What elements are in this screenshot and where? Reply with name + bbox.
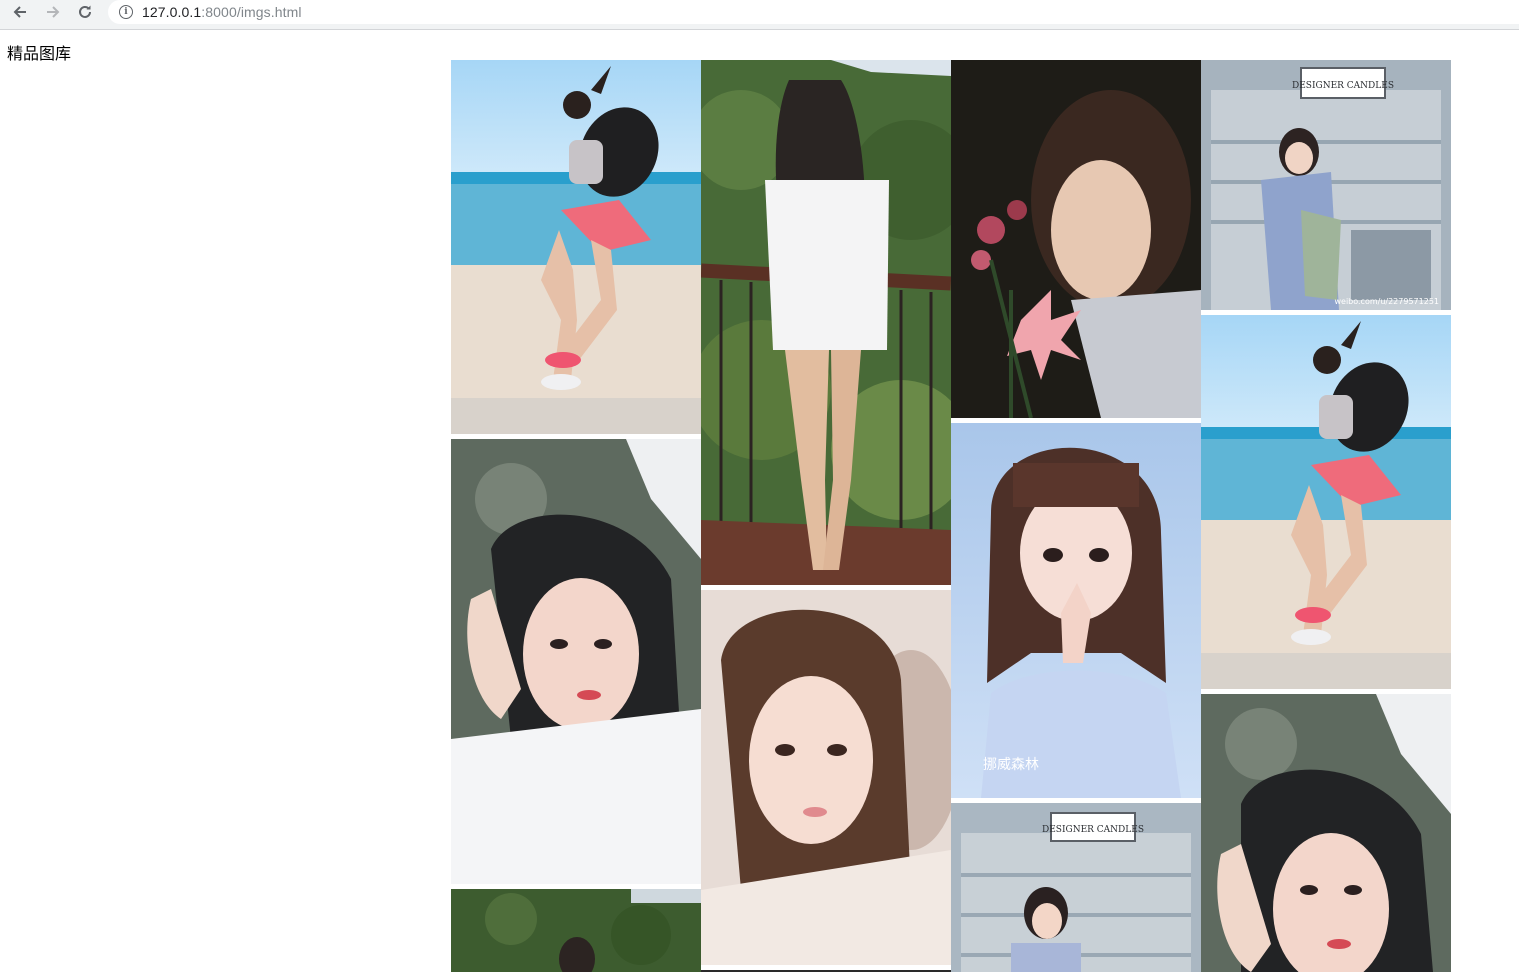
arrow-left-icon (13, 6, 26, 18)
gallery-image-beach-jump[interactable] (451, 60, 701, 434)
gallery-image-portrait-soft-light[interactable] (701, 590, 951, 965)
gallery-image-forest-portrait[interactable]: 挪威森林 (951, 423, 1201, 798)
gallery-image-portrait-hair-touch-repeat[interactable] (1201, 694, 1451, 972)
photo-forest-portrait: 挪威森林 (951, 423, 1201, 798)
url-text[interactable]: 127.0.0.1:8000/imgs.html (142, 4, 302, 20)
gallery-image-candle-shop-small[interactable]: DESIGNER CANDLES (951, 803, 1201, 972)
back-button[interactable] (7, 1, 33, 23)
gallery-image-cliff-partial[interactable] (451, 889, 701, 972)
weibo-credit: weibo.com/u/2279571251 (1334, 297, 1439, 306)
gallery-image-portrait-hair-touch[interactable] (451, 439, 701, 884)
photo-candle-shop-small: DESIGNER CANDLES (951, 803, 1201, 972)
candles-sign-small: DESIGNER CANDLES (1042, 825, 1144, 835)
photo-mountain-view (701, 60, 951, 585)
image-gallery: 挪威森林 DESIGNER CANDLES DESIGNER CANDLES w… (451, 60, 1451, 972)
reload-button[interactable] (72, 1, 98, 23)
photo-portrait-soft-light (701, 590, 951, 965)
photo-flowers-portrait (951, 60, 1201, 418)
photo-beach-jump-repeat (1201, 315, 1451, 689)
photo-candle-shop: DESIGNER CANDLES weibo.com/u/2279571251 (1201, 60, 1451, 310)
arrow-right-icon (47, 6, 60, 18)
address-bar[interactable]: i 127.0.0.1:8000/imgs.html (108, 0, 1519, 24)
gallery-image-flowers-portrait[interactable] (951, 60, 1201, 418)
url-host: 127.0.0.1 (142, 4, 202, 20)
reload-icon (79, 5, 91, 18)
photo-beach-jump (451, 60, 701, 434)
url-path: :8000/imgs.html (201, 4, 302, 20)
forest-caption: 挪威森林 (983, 757, 1039, 773)
photo-cliff-partial (451, 889, 701, 972)
browser-toolbar: i 127.0.0.1:8000/imgs.html (0, 0, 1519, 30)
gallery-image-beach-jump-repeat[interactable] (1201, 315, 1451, 689)
candles-sign: DESIGNER CANDLES (1292, 81, 1394, 91)
photo-portrait-hair-touch-repeat (1201, 694, 1451, 972)
photo-portrait-hair-touch (451, 439, 701, 884)
info-icon[interactable]: i (119, 5, 133, 19)
page-title: 精品图库 (7, 44, 72, 63)
forward-button[interactable] (40, 1, 66, 23)
gallery-image-candle-shop[interactable]: DESIGNER CANDLES weibo.com/u/2279571251 (1201, 60, 1451, 310)
gallery-image-mountain-view[interactable] (701, 60, 951, 585)
